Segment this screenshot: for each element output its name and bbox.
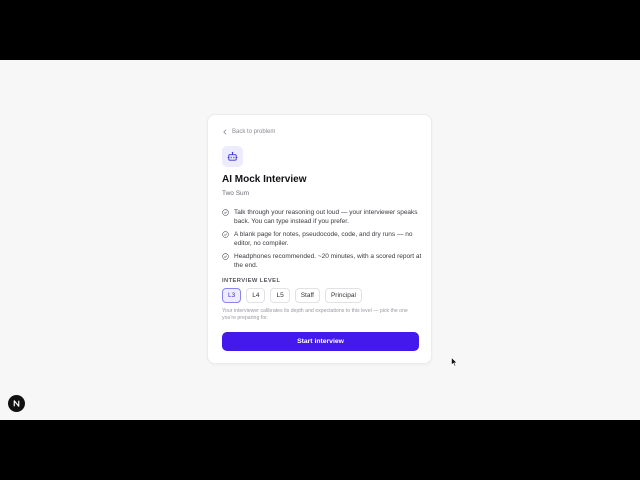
check-circle-icon (222, 253, 229, 260)
app-viewport: Back to problem AI Mock Interview Two Su… (0, 60, 640, 420)
mouse-pointer-icon (451, 357, 458, 367)
interview-setup-card: Back to problem AI Mock Interview Two Su… (207, 114, 432, 364)
level-option-staff[interactable]: Staff (294, 288, 320, 303)
level-hint: Your interviewer calibrates its depth an… (222, 308, 408, 321)
nextjs-dev-badge[interactable] (8, 395, 25, 412)
check-circle-icon (222, 231, 229, 238)
check-circle-icon (222, 209, 229, 216)
feature-item: Talk through your reasoning out loud — y… (222, 208, 422, 226)
chevron-left-icon (223, 129, 227, 135)
level-option-principal[interactable]: Principal (324, 288, 362, 303)
n-logo-icon (13, 400, 20, 407)
feature-text: Headphones recommended. ~20 minutes, wit… (234, 253, 422, 269)
feature-text: A blank page for notes, pseudocode, code… (234, 231, 413, 247)
problem-name: Two Sum (222, 190, 250, 197)
interview-level-selector: L3 L4 L5 Staff Principal (222, 288, 362, 303)
start-interview-button[interactable]: Start interview (222, 332, 419, 351)
back-to-problem-link[interactable]: Back to problem (222, 129, 275, 135)
bot-icon (227, 151, 238, 161)
feature-list: Talk through your reasoning out loud — y… (222, 208, 422, 274)
feature-item: A blank page for notes, pseudocode, code… (222, 230, 422, 248)
interview-level-label: INTERVIEW LEVEL (222, 278, 281, 284)
level-option-l4[interactable]: L4 (246, 288, 266, 303)
feature-text: Talk through your reasoning out loud — y… (234, 209, 418, 225)
bot-icon-tile (222, 146, 243, 167)
level-option-l3[interactable]: L3 (222, 288, 242, 303)
level-option-l5[interactable]: L5 (270, 288, 290, 303)
feature-item: Headphones recommended. ~20 minutes, wit… (222, 252, 422, 270)
back-link-label: Back to problem (232, 129, 276, 135)
page-title: AI Mock Interview (222, 174, 307, 185)
